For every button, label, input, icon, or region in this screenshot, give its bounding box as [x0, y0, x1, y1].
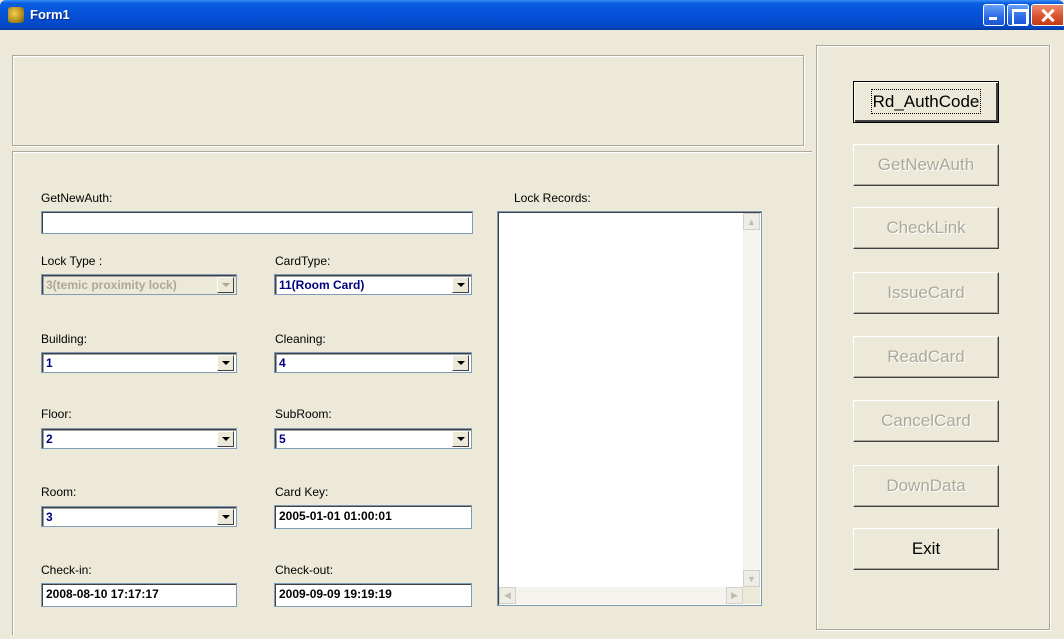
building-label: Building:: [41, 332, 88, 346]
close-button[interactable]: [1031, 4, 1064, 26]
room-label: Room:: [41, 485, 77, 499]
maximize-button[interactable]: [1007, 4, 1029, 26]
floor-label: Floor:: [41, 407, 72, 421]
vertical-scrollbar[interactable]: ▲ ▼: [743, 213, 760, 587]
scroll-left-icon[interactable]: ◀: [499, 587, 516, 604]
room-select[interactable]: 3: [41, 506, 237, 527]
getnewauth-label: GetNewAuth:: [41, 191, 113, 205]
rd-authcode-button[interactable]: Rd_AuthCode: [853, 81, 999, 123]
checkout-input[interactable]: 2009-09-09 19:19:19: [274, 583, 472, 607]
floor-dropdown-icon[interactable]: [217, 431, 234, 447]
lock-type-label: Lock Type :: [41, 254, 103, 268]
lock-type-dropdown-icon[interactable]: [217, 277, 234, 293]
getnewauth-input[interactable]: [41, 211, 473, 234]
lock-records-label: Lock Records:: [514, 191, 591, 205]
scroll-up-icon[interactable]: ▲: [743, 213, 760, 230]
downdata-button[interactable]: DownData: [853, 465, 999, 507]
rd-authcode-label: Rd_AuthCode: [870, 89, 982, 114]
room-dropdown-icon[interactable]: [217, 509, 234, 525]
horizontal-scrollbar[interactable]: ◀ ▶: [499, 587, 743, 604]
subroom-select[interactable]: 5: [274, 428, 472, 449]
issuecard-button[interactable]: IssueCard: [853, 272, 999, 314]
card-type-dropdown-icon[interactable]: [452, 277, 469, 293]
room-value: 3: [46, 510, 53, 524]
cleaning-dropdown-icon[interactable]: [452, 355, 469, 371]
floor-select[interactable]: 2: [41, 428, 237, 449]
card-key-input[interactable]: 2005-01-01 01:00:01: [274, 505, 472, 529]
cancelcard-button[interactable]: CancelCard: [853, 400, 999, 442]
readcard-button[interactable]: ReadCard: [853, 336, 999, 378]
building-value: 1: [46, 356, 53, 370]
app-icon[interactable]: [8, 7, 24, 23]
window-title: Form1: [30, 7, 70, 22]
exit-button[interactable]: Exit: [853, 528, 999, 570]
checkin-label: Check-in:: [41, 563, 92, 577]
title-bar[interactable]: Form1: [0, 0, 1064, 30]
lock-type-select[interactable]: 3(temic proximity lock): [41, 274, 237, 295]
cleaning-select[interactable]: 4: [274, 352, 472, 373]
card-type-label: CardType:: [275, 254, 331, 268]
building-select[interactable]: 1: [41, 352, 237, 373]
scrollbar-corner: [743, 587, 760, 604]
minimize-button[interactable]: [983, 4, 1005, 26]
subroom-value: 5: [279, 432, 286, 446]
scroll-right-icon[interactable]: ▶: [726, 587, 743, 604]
lock-records-list[interactable]: ▲ ▼ ◀ ▶: [497, 211, 762, 606]
cleaning-label: Cleaning:: [275, 332, 326, 346]
top-panel: [12, 55, 804, 146]
cleaning-value: 4: [279, 356, 286, 370]
checkin-input[interactable]: 2008-08-10 17:17:17: [41, 583, 237, 607]
subroom-label: SubRoom:: [275, 407, 332, 421]
scroll-down-icon[interactable]: ▼: [743, 570, 760, 587]
floor-value: 2: [46, 432, 53, 446]
card-type-select[interactable]: 11(Room Card): [274, 274, 472, 295]
building-dropdown-icon[interactable]: [217, 355, 234, 371]
card-type-value: 11(Room Card): [279, 278, 365, 292]
checkout-label: Check-out:: [275, 563, 334, 577]
subroom-dropdown-icon[interactable]: [452, 431, 469, 447]
checklink-button[interactable]: CheckLink: [853, 207, 999, 249]
getnewauth-button[interactable]: GetNewAuth: [853, 144, 999, 186]
lock-type-value: 3(temic proximity lock): [46, 278, 177, 292]
card-key-label: Card Key:: [275, 485, 329, 499]
